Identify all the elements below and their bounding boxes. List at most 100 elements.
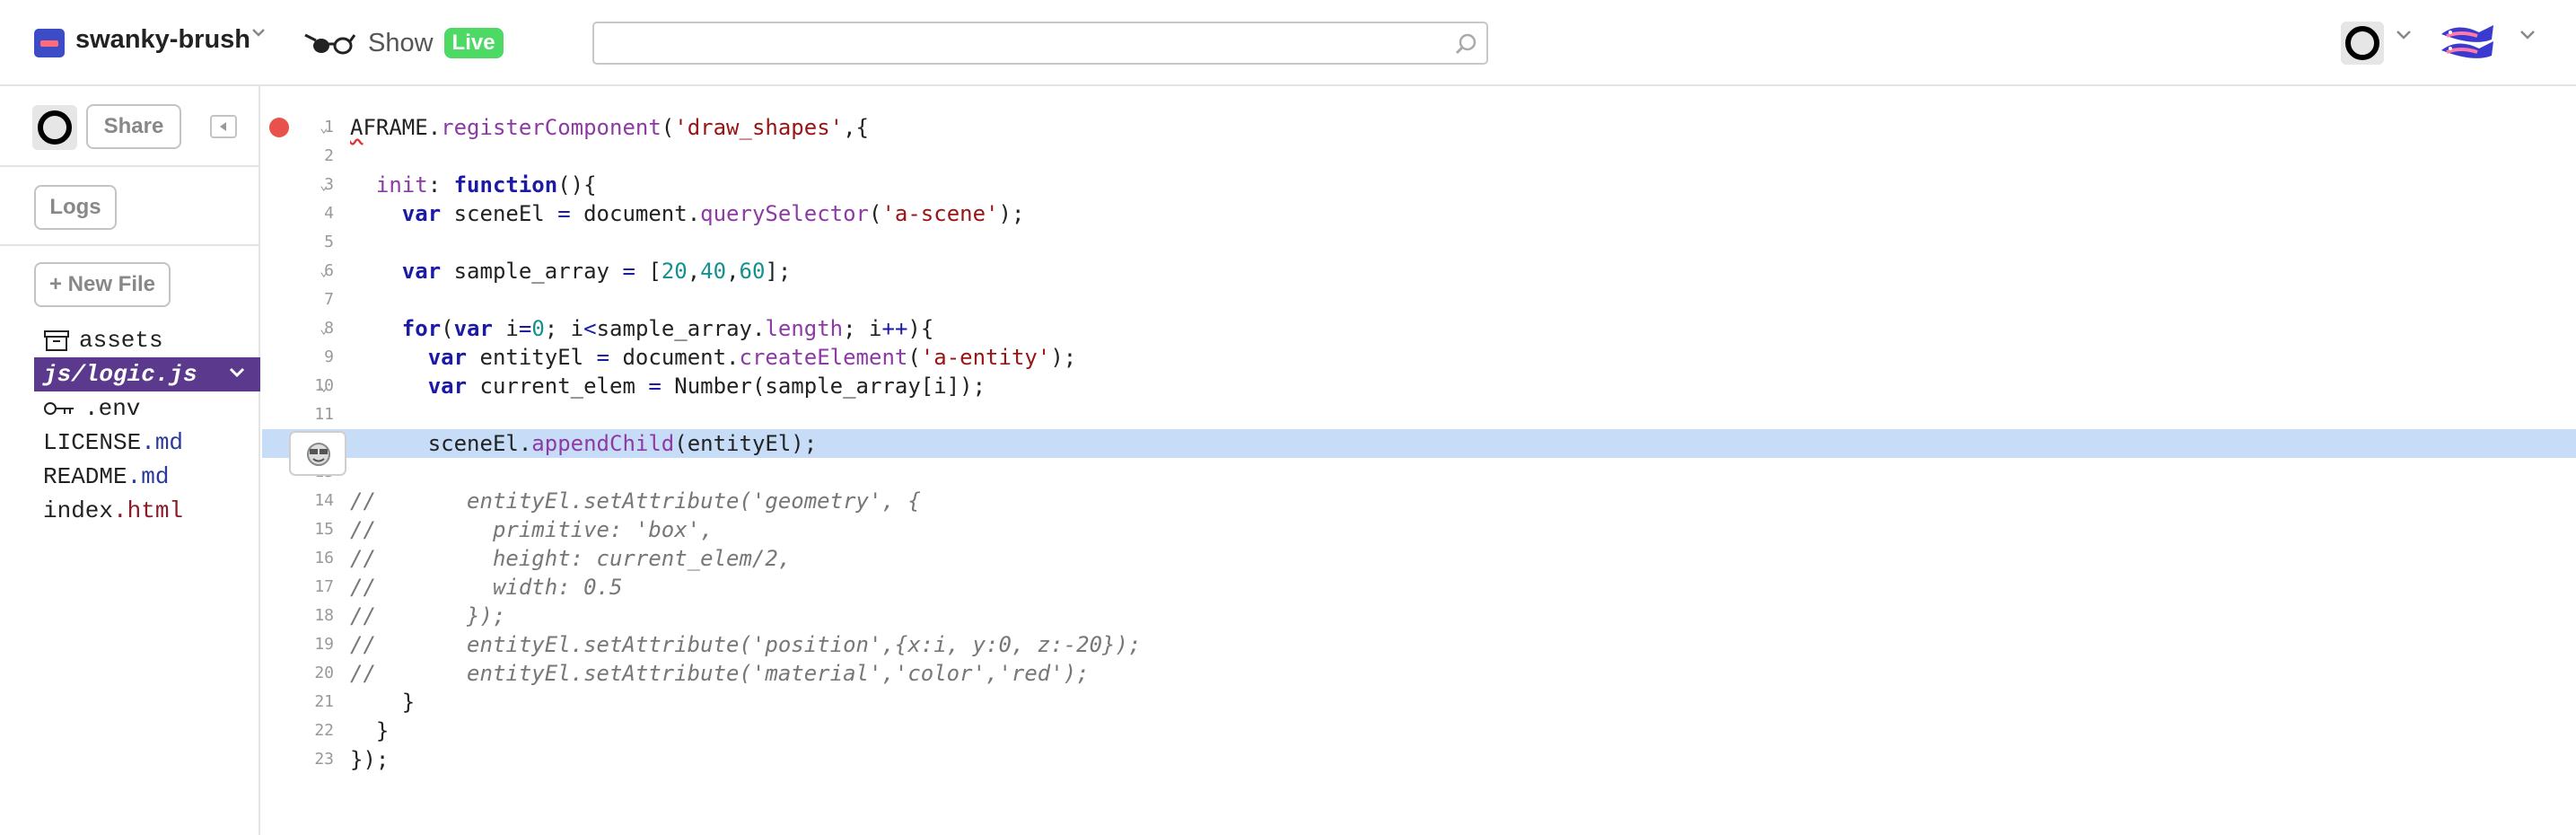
code-line[interactable]: 5 — [262, 228, 2576, 257]
file-name: js/logic.js — [43, 361, 197, 388]
fold-chevron-icon[interactable]: ⌄ — [320, 171, 329, 199]
code-line[interactable]: 11 — [262, 400, 2576, 429]
line-number: 23 — [314, 750, 334, 769]
search-input[interactable] — [594, 23, 1445, 63]
code-line[interactable]: 19 // entityEl.setAttribute('position',{x… — [262, 630, 2576, 659]
top-bar: swanky-brush Show Live — [0, 0, 2576, 86]
file-item-logic-js[interactable]: js/logic.js — [34, 357, 260, 391]
fold-chevron-icon[interactable]: ⌄ — [320, 372, 329, 400]
code-token: ,{ — [843, 115, 869, 140]
code-text: // entityEl.setAttribute('material','col… — [350, 659, 1090, 688]
code-line[interactable]: 4 var sceneEl = document.querySelector('… — [262, 199, 2576, 228]
user-avatar[interactable] — [2341, 22, 2384, 65]
code-token: ( — [661, 115, 675, 140]
code-token: ( — [869, 201, 882, 226]
code-token: = — [557, 201, 571, 226]
code-line[interactable]: 16 // height: current_elem/2, — [262, 544, 2576, 573]
code-token: sceneEl. — [350, 431, 532, 456]
file-item-readme[interactable]: README.md — [34, 460, 260, 494]
key-icon — [44, 402, 74, 416]
code-line[interactable]: 22 } — [262, 716, 2576, 745]
new-file-button[interactable]: + New File — [34, 262, 171, 307]
code-line[interactable]: 3 ⌄ init: function(){ — [262, 171, 2576, 199]
code-line[interactable]: 17 // width: 0.5 — [262, 573, 2576, 602]
code-line[interactable]: 9 var entityEl = document.createElement(… — [262, 343, 2576, 372]
show-label: Show — [368, 28, 434, 57]
code-line[interactable]: 14 // entityEl.setAttribute('geometry', { — [262, 487, 2576, 515]
code-text: var current_elem = Number(sample_array[i… — [350, 372, 986, 400]
fold-chevron-icon[interactable]: ⌄ — [320, 314, 329, 343]
code-line[interactable]: 8 ⌄ for(var i=0; i<sample_array.length; i… — [262, 314, 2576, 343]
code-line[interactable]: 21 } — [262, 688, 2576, 716]
code-token: // entityEl.setAttribute('position',{x:i… — [350, 632, 1142, 657]
code-text: var sceneEl = document.querySelector('a-… — [350, 199, 1025, 228]
collapse-sidebar-button[interactable] — [210, 115, 237, 138]
chevron-down-icon[interactable] — [251, 27, 266, 38]
line-number: 4 — [324, 204, 334, 223]
code-text: for(var i=0; i<sample_array.length; i++)… — [350, 314, 934, 343]
line-number: 18 — [314, 606, 334, 625]
code-line[interactable]: 13 — [262, 458, 2576, 487]
breakpoint-marker[interactable] — [269, 118, 289, 137]
chevron-down-icon[interactable] — [2395, 29, 2413, 41]
file-item-env[interactable]: .env — [34, 391, 260, 426]
code-token: document. — [570, 201, 701, 226]
logs-button[interactable]: Logs — [34, 185, 117, 230]
code-token: i — [492, 316, 519, 341]
code-token: ( — [441, 316, 454, 341]
code-token: 60 — [739, 259, 766, 284]
line-number: 22 — [314, 721, 334, 740]
file-tree: assets js/logic.js .env LICENSE.md READM… — [34, 323, 260, 528]
file-item-index-html[interactable]: index.html — [34, 494, 260, 528]
code-text: } — [350, 716, 389, 745]
code-token: [ — [635, 259, 662, 284]
code-token: ); — [998, 201, 1025, 226]
line-number: 9 — [324, 347, 334, 366]
code-line[interactable]: sceneEl.appendChild(entityEl); — [262, 429, 2576, 458]
code-line[interactable]: 18 // }); — [262, 602, 2576, 630]
code-token: document. — [609, 345, 740, 370]
code-text: var sample_array = [20,40,60]; — [350, 257, 792, 286]
project-logo-icon[interactable] — [34, 29, 65, 57]
show-button[interactable]: Show Live — [303, 23, 504, 63]
code-token: : — [427, 172, 454, 198]
code-token: sample_array — [441, 259, 623, 284]
file-item-license[interactable]: LICENSE.md — [34, 426, 260, 460]
code-text: AFRAME.registerComponent('draw_shapes',{ — [350, 113, 869, 142]
file-name: assets — [79, 327, 163, 354]
code-token: , — [687, 259, 701, 284]
code-text: // width: 0.5 — [350, 573, 622, 602]
line-number: 17 — [314, 577, 334, 596]
search-bar[interactable] — [592, 22, 1488, 65]
code-text: // height: current_elem/2, — [350, 544, 791, 573]
code-line[interactable]: 10 ⌄ var current_elem = Number(sample_arr… — [262, 372, 2576, 400]
file-item-assets[interactable]: assets — [34, 323, 260, 357]
code-line[interactable]: 6 ⌄ var sample_array = [20,40,60]; — [262, 257, 2576, 286]
code-line[interactable]: 20 // entityEl.setAttribute('material','c… — [262, 659, 2576, 688]
code-line[interactable]: 7 — [262, 286, 2576, 314]
line-number: 2 — [324, 146, 334, 165]
fold-chevron-icon[interactable]: ⌄ — [320, 113, 329, 142]
code-line[interactable]: 1 ⌄ AFRAME.registerComponent('draw_shapes'… — [262, 113, 2576, 142]
chevron-down-icon[interactable] — [2519, 29, 2537, 41]
code-token: 'a-entity' — [920, 345, 1051, 370]
code-token: = — [622, 259, 635, 284]
share-button[interactable]: Share — [86, 104, 181, 149]
project-name[interactable]: swanky-brush — [75, 25, 250, 55]
code-token: Number(sample_array[i]); — [661, 374, 986, 399]
collaborator-avatar[interactable] — [32, 105, 77, 150]
code-token: = — [518, 316, 532, 341]
code-line[interactable]: 23}); — [262, 745, 2576, 774]
fold-chevron-icon[interactable]: ⌄ — [320, 257, 329, 286]
search-icon[interactable] — [1454, 32, 1477, 56]
code-line[interactable]: 15 // primitive: 'box', — [262, 515, 2576, 544]
code-token: var — [427, 345, 468, 370]
team-avatar-fish-icon[interactable] — [2438, 18, 2497, 68]
code-editor[interactable]: 23}); 22 } 21 } 20// entityEl.setAttribute(… — [262, 86, 2576, 835]
collaborator-cursor-avatar[interactable] — [289, 431, 346, 476]
code-line[interactable]: 2 — [262, 142, 2576, 171]
chevron-down-icon[interactable] — [228, 366, 246, 379]
code-token: 0 — [531, 316, 545, 341]
